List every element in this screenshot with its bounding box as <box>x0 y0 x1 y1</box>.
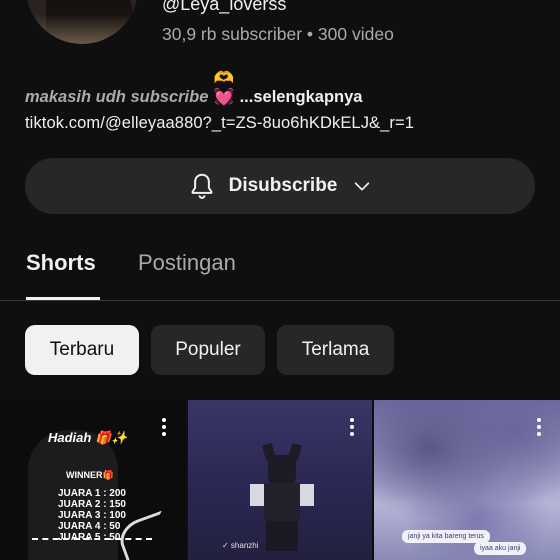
avatar-head <box>268 455 296 483</box>
avatar-body <box>264 483 300 521</box>
more-options-icon[interactable] <box>350 418 354 436</box>
avatar-shade <box>26 14 138 44</box>
description-emoji: 🫶💓 <box>213 69 235 106</box>
tab-shorts[interactable]: Shorts <box>26 250 96 276</box>
winner-label: WINNER🎁 <box>66 470 114 480</box>
prize-line: JUARA 3 : 100 <box>58 510 126 521</box>
short-thumbnail-1[interactable]: Hadiah 🎁✨ WINNER🎁 JUARA 1 : 200 JUARA 2 … <box>0 400 186 560</box>
channel-description[interactable]: makasih udh subscribe 🫶💓 ...selengkapnya <box>25 69 362 107</box>
short-thumbnail-2[interactable]: ✓ shanzhi <box>188 400 372 560</box>
prize-line: JUARA 1 : 200 <box>58 488 126 499</box>
prize-line: JUARA 4 : 50 <box>58 521 121 532</box>
filter-chip-terlama[interactable]: Terlama <box>277 325 394 375</box>
subscribed-label: Disubscribe <box>228 175 338 196</box>
filter-chip-populer[interactable]: Populer <box>151 325 265 375</box>
channel-stats: 30,9 rb subscriber • 300 video <box>162 24 394 44</box>
channel-link[interactable]: tiktok.com/@elleyaa880?_t=ZS-8uo6hKDkELJ… <box>25 114 414 133</box>
avatar-arm <box>250 484 264 506</box>
caption-bubble: janji ya kita bareng terus <box>402 530 490 543</box>
subscribed-button[interactable]: Disubscribe <box>25 158 535 214</box>
short-title-text: Hadiah 🎁✨ <box>48 430 128 445</box>
filter-chip-terbaru[interactable]: Terbaru <box>25 325 139 375</box>
more-options-icon[interactable] <box>162 418 166 436</box>
channel-avatar[interactable] <box>26 0 138 44</box>
bell-icon <box>191 173 212 199</box>
channel-handle: @Leya_loverss <box>162 0 287 14</box>
avatar-arm <box>300 484 314 506</box>
creator-credit: ✓ shanzhi <box>222 541 259 550</box>
avatar-legs <box>266 521 298 551</box>
show-more-link[interactable]: ...selengkapnya <box>240 88 363 106</box>
prize-line: JUARA 2 : 150 <box>58 499 126 510</box>
description-text: makasih udh subscribe <box>25 88 209 106</box>
tab-divider <box>0 300 560 301</box>
more-options-icon[interactable] <box>537 418 541 436</box>
caption-bubble: iyaa aku janji <box>474 542 527 555</box>
short-thumbnail-3[interactable]: janji ya kita bareng terus iyaa aku janj… <box>374 400 560 560</box>
tab-postingan[interactable]: Postingan <box>138 250 236 276</box>
chevron-down-icon <box>355 182 370 191</box>
